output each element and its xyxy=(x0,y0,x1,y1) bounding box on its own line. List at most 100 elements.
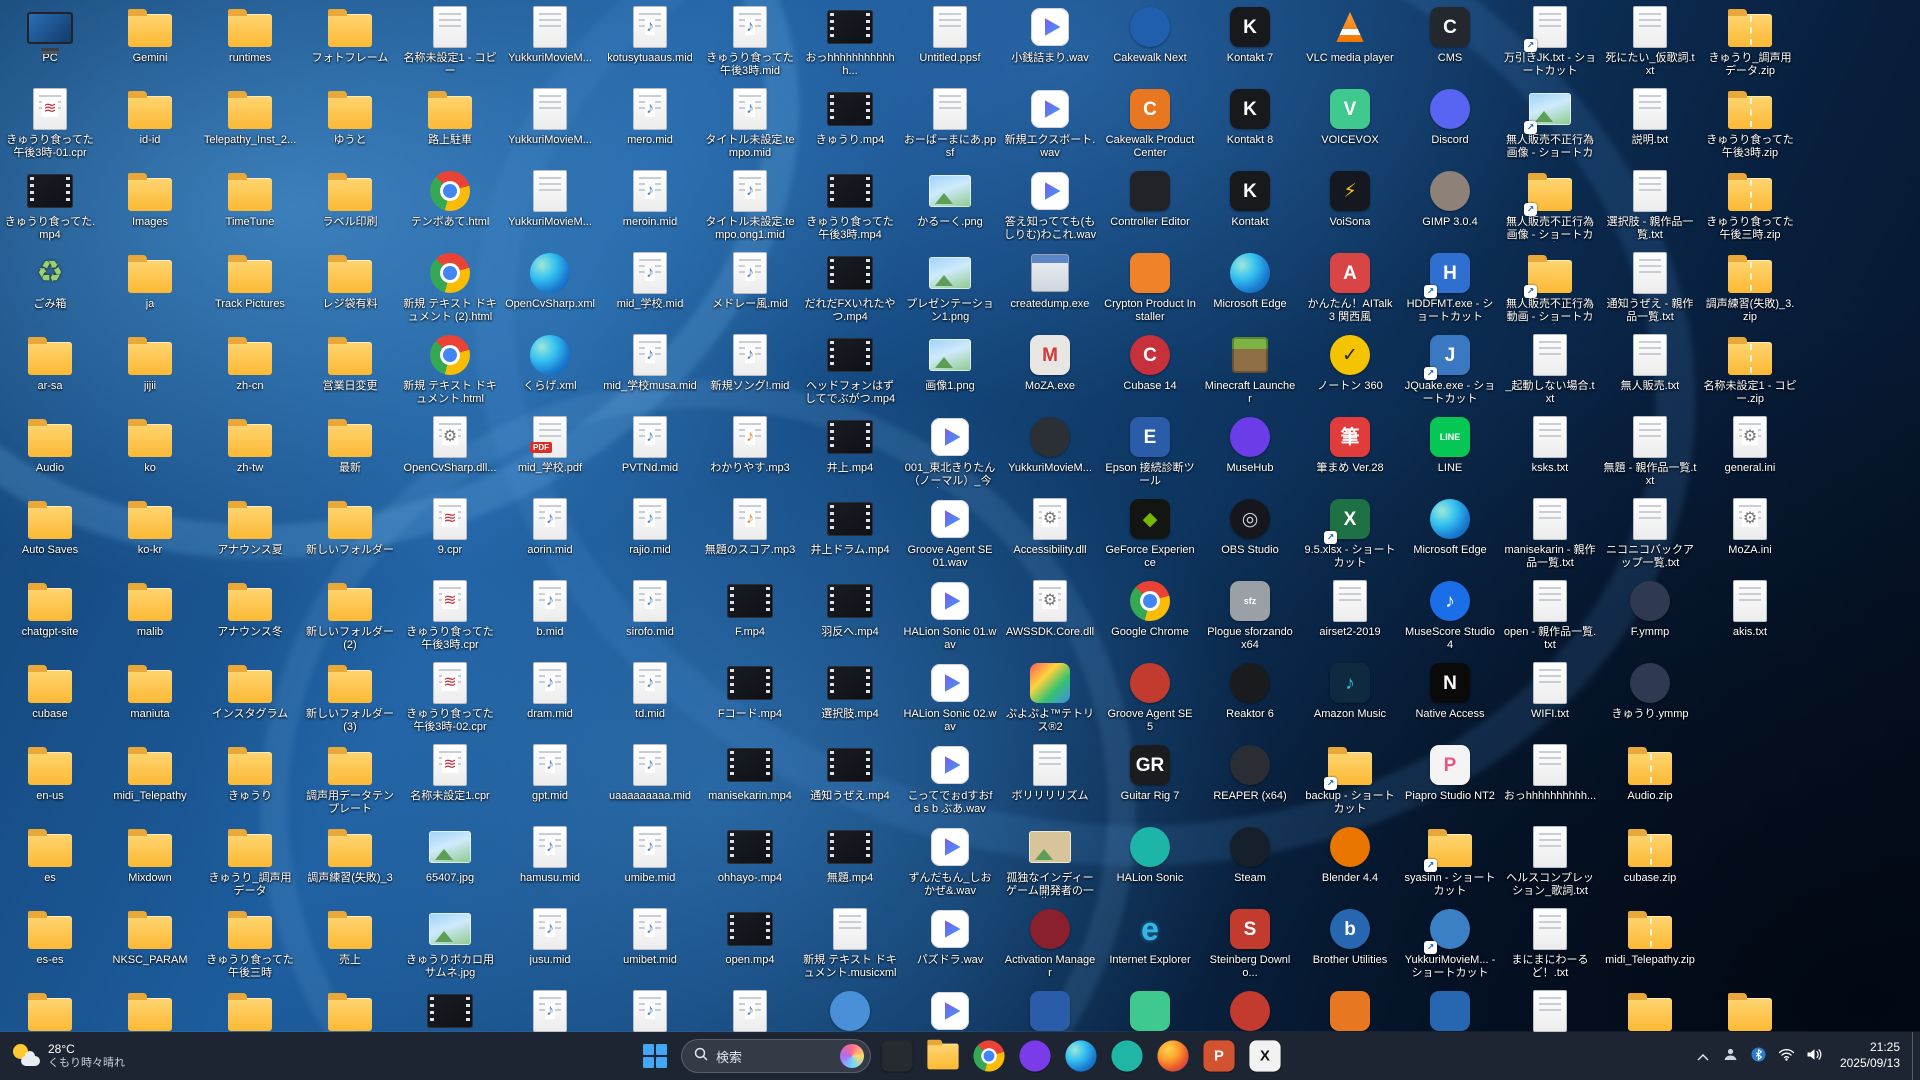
desktop-icon[interactable]: ↗ backup - ショートカット xyxy=(1300,738,1400,820)
desktop-icon[interactable]: きゅうり_調声用データ xyxy=(200,820,300,902)
show-desktop-button[interactable] xyxy=(1912,1032,1918,1080)
desktop-icon[interactable]: ニコニコバックアップ一覧.txt xyxy=(1600,492,1700,574)
desktop-icon[interactable]: ≋ 9.cpr xyxy=(400,492,500,574)
desktop-icon[interactable]: ⚙ OpenCvSharp.dll... xyxy=(400,410,500,492)
desktop-icon[interactable] xyxy=(900,984,1000,1032)
desktop-icon[interactable]: LINE LINE xyxy=(1400,410,1500,492)
desktop-icon[interactable]: ♪ 新規ソング!.mid xyxy=(700,328,800,410)
desktop-icon[interactable]: Auto Saves xyxy=(0,492,100,574)
desktop-icon[interactable] xyxy=(100,984,200,1032)
desktop-icon[interactable]: 新しいフォルダー (3) xyxy=(300,656,400,738)
desktop-icon[interactable]: きゅうり食ってた午後3時.zip xyxy=(1700,82,1800,164)
desktop-icon[interactable]: b Brother Utilities xyxy=(1300,902,1400,984)
desktop-icon[interactable]: Cakewalk Next xyxy=(1100,0,1200,82)
desktop-icon[interactable] xyxy=(1400,984,1500,1032)
taskbar-search-box[interactable]: 検索 xyxy=(681,1039,871,1073)
desktop-icon[interactable]: 選択肢.mp4 xyxy=(800,656,900,738)
desktop-icon[interactable]: 65407.jpg xyxy=(400,820,500,902)
desktop-icon[interactable]: 孤独なインディーゲーム開発者の一生... xyxy=(1000,820,1100,902)
start-button[interactable] xyxy=(635,1036,675,1076)
desktop-icon[interactable]: zh-cn xyxy=(200,328,300,410)
desktop-icon[interactable]: manisekarin - 親作品一覧.txt xyxy=(1500,492,1600,574)
desktop-icon[interactable]: midi_Telepathy xyxy=(100,738,200,820)
desktop-icon[interactable]: ⚙ general.ini xyxy=(1700,410,1800,492)
desktop-icon[interactable]: ずんだもん_しおかぜ&.wav xyxy=(900,820,1000,902)
desktop-icon[interactable]: ≋ きゅうり食ってた午後3時.cpr xyxy=(400,574,500,656)
desktop-icon[interactable]: 001_東北きりたん（ノーマル）_今しゃ... xyxy=(900,410,1000,492)
desktop-icon[interactable]: インスタグラム xyxy=(200,656,300,738)
desktop-icon[interactable]: アナウンス夏 xyxy=(200,492,300,574)
desktop-icon[interactable]: 調声練習(失敗)_3 xyxy=(300,820,400,902)
desktop-icon[interactable]: J ↗ JQuake.exe - ショートカット xyxy=(1400,328,1500,410)
desktop-icon[interactable]: Images xyxy=(100,164,200,246)
desktop-icon[interactable]: manisekarin.mp4 xyxy=(700,738,800,820)
desktop-icon[interactable] xyxy=(200,984,300,1032)
desktop-icon[interactable]: ↗ YukkuriMovieM... - ショートカット xyxy=(1400,902,1500,984)
desktop-icon[interactable]: 筆筆まめ Ver.28 xyxy=(1300,410,1400,492)
taskbar-app-chrome[interactable] xyxy=(969,1036,1009,1076)
desktop-icon[interactable]: cubase.zip xyxy=(1600,820,1700,902)
clock[interactable]: 21:25 2025/09/13 xyxy=(1830,1036,1910,1076)
desktop-icon[interactable]: GR Guitar Rig 7 xyxy=(1100,738,1200,820)
desktop-icon[interactable]: open - 親作品一覧.txt xyxy=(1500,574,1600,656)
desktop-icon[interactable]: 死にたい_仮歌詞.txt xyxy=(1600,0,1700,82)
desktop-icon[interactable]: ♪ aorin.mid xyxy=(500,492,600,574)
desktop-icon[interactable]: おっhhhhhhhhhhhh... xyxy=(800,0,900,82)
desktop-icon[interactable]: id-id xyxy=(100,82,200,164)
tray-bluetooth-button[interactable] xyxy=(1746,1038,1772,1074)
desktop-icon[interactable]: ⚙ MoZA.ini xyxy=(1700,492,1800,574)
desktop-icon[interactable]: ♪ meroin.mid xyxy=(600,164,700,246)
desktop-icon[interactable]: アナウンス冬 xyxy=(200,574,300,656)
desktop-icon[interactable]: ≋ 名称未設定1.cpr xyxy=(400,738,500,820)
desktop-icon[interactable]: ↗無人販売不正行為動画 - ショートカット xyxy=(1500,246,1600,328)
desktop-icon[interactable] xyxy=(1200,984,1300,1032)
desktop-icon[interactable]: cubase xyxy=(0,656,100,738)
desktop-icon[interactable]: X ↗ 9.5.xlsx - ショートカット xyxy=(1300,492,1400,574)
desktop-icon[interactable]: maniuta xyxy=(100,656,200,738)
desktop-icon[interactable]: ♪ mid_学校musa.mid xyxy=(600,328,700,410)
desktop-icon[interactable]: ksks.txt xyxy=(1500,410,1600,492)
desktop-icon[interactable]: 選択肢 - 親作品一覧.txt xyxy=(1600,164,1700,246)
tray-wifi-button[interactable] xyxy=(1774,1038,1800,1074)
desktop-icon[interactable]: ohhayo-.mp4 xyxy=(700,820,800,902)
desktop-icon[interactable]: ♪ PVTNd.mid xyxy=(600,410,700,492)
desktop-icon[interactable]: ♪ rajio.mid xyxy=(600,492,700,574)
desktop-icon[interactable]: ♪ xyxy=(600,984,700,1032)
tray-volume-button[interactable] xyxy=(1802,1038,1828,1074)
desktop-icon[interactable]: Audio xyxy=(0,410,100,492)
desktop-icon[interactable]: Untitled.ppsf xyxy=(900,0,1000,82)
desktop-icon[interactable]: C CMS xyxy=(1400,0,1500,82)
desktop-icon[interactable]: ↗無人販売不正行為画像 - ショートカット xyxy=(1500,164,1600,246)
desktop-icon[interactable]: 最新 xyxy=(300,410,400,492)
desktop-icon[interactable]: ja xyxy=(100,246,200,328)
desktop-icon[interactable]: midi_Telepathy.zip xyxy=(1600,902,1700,984)
desktop-icon[interactable] xyxy=(1300,984,1400,1032)
desktop-icon[interactable]: ◆ GeForce Experience xyxy=(1100,492,1200,574)
desktop-icon[interactable]: Mixdown xyxy=(100,820,200,902)
desktop-icon[interactable]: テンポあて.html xyxy=(400,164,500,246)
desktop-icon[interactable]: ♪ Amazon Music xyxy=(1300,656,1400,738)
desktop-icon[interactable]: 無人販売.txt xyxy=(1600,328,1700,410)
desktop-icon[interactable]: WIFI.txt xyxy=(1500,656,1600,738)
desktop-icon[interactable]: ar-sa xyxy=(0,328,100,410)
desktop-icon[interactable]: HALion Sonic 01.wav xyxy=(900,574,1000,656)
taskbar-app-musehub[interactable] xyxy=(1015,1036,1055,1076)
desktop-icon[interactable]: ♪ umibet.mid xyxy=(600,902,700,984)
tray-user-button[interactable] xyxy=(1718,1038,1744,1074)
desktop-icon[interactable] xyxy=(0,984,100,1032)
desktop-icon[interactable]: ゆうと xyxy=(300,82,400,164)
desktop-icon[interactable]: 無題 - 親作品一覧.txt xyxy=(1600,410,1700,492)
desktop-icon[interactable]: 売上 xyxy=(300,902,400,984)
desktop-icon[interactable]: es-es xyxy=(0,902,100,984)
desktop-icon[interactable]: P Piapro Studio NT2 xyxy=(1400,738,1500,820)
desktop-icon[interactable]: 通知うぜえ.mp4 xyxy=(800,738,900,820)
taskbar-app-edge[interactable] xyxy=(1061,1036,1101,1076)
desktop-icon[interactable]: HALion Sonic xyxy=(1100,820,1200,902)
desktop-icon[interactable]: 名称未設定1 - コピー.zip xyxy=(1700,328,1800,410)
desktop-icon[interactable]: YukkuriMovieM... xyxy=(1000,410,1100,492)
desktop-icon[interactable]: ♪ td.mid xyxy=(600,656,700,738)
desktop-icon[interactable]: かるーく.png xyxy=(900,164,1000,246)
desktop-icon[interactable]: K Kontakt xyxy=(1200,164,1300,246)
desktop-icon[interactable]: runtimes xyxy=(200,0,300,82)
desktop-icon[interactable]: Audio.zip xyxy=(1600,738,1700,820)
